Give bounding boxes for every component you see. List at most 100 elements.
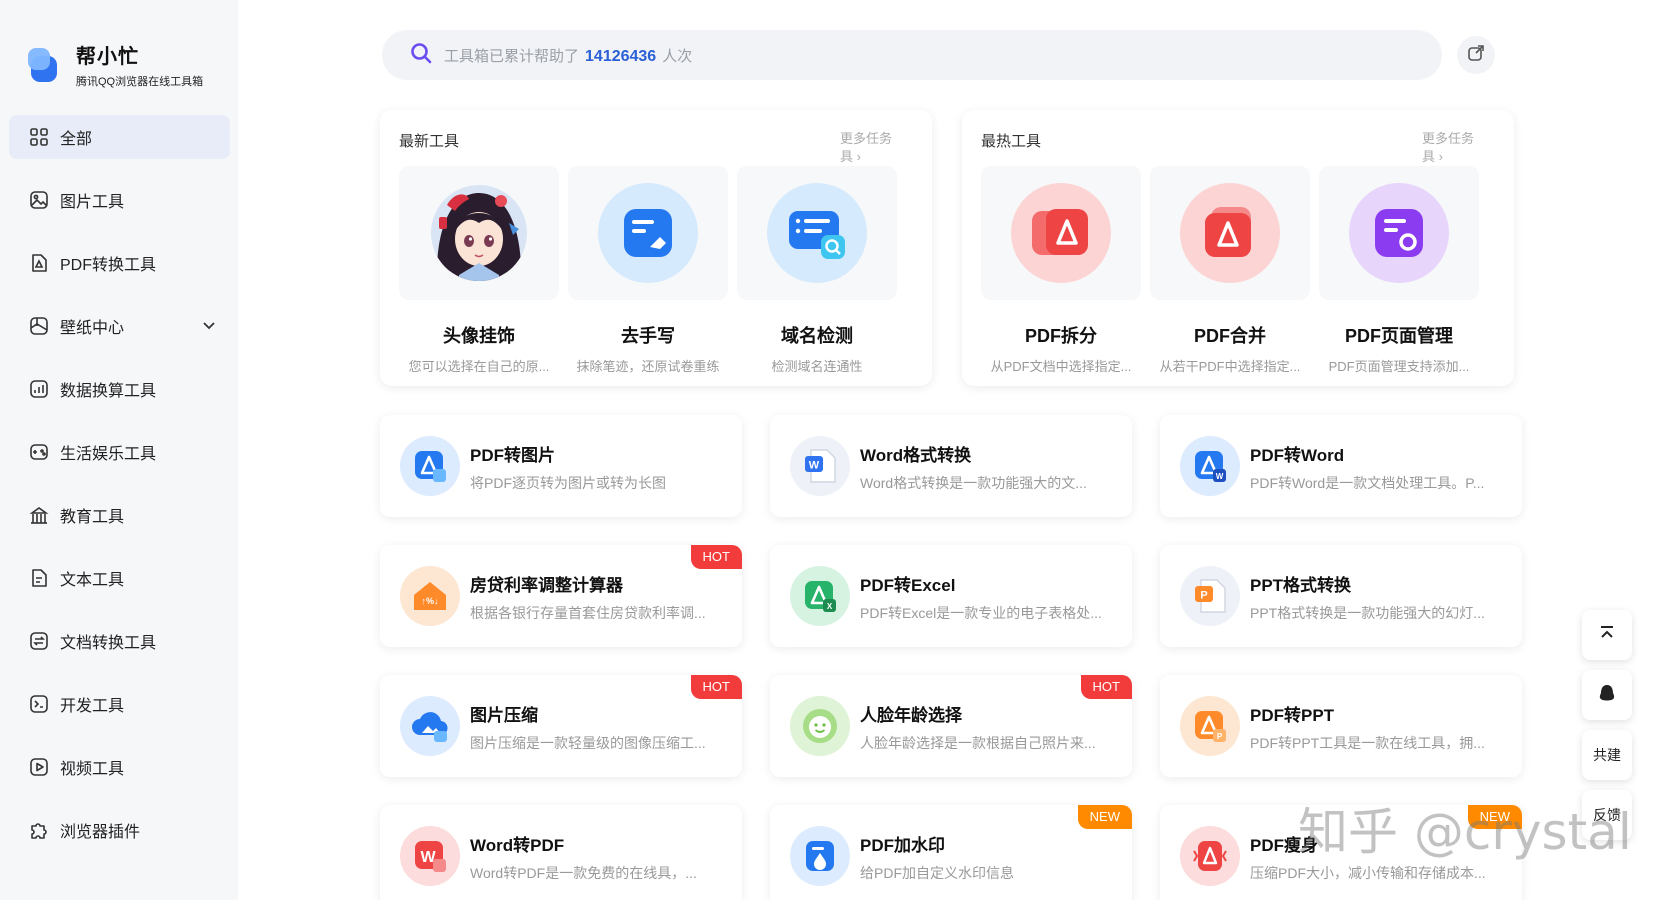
text-icon bbox=[29, 568, 49, 588]
back-to-top-button[interactable] bbox=[1582, 610, 1632, 660]
featured-tool-domain-check[interactable]: 域名检测 检测域名连通性 bbox=[737, 166, 897, 375]
back-to-top-icon bbox=[1598, 625, 1616, 646]
search-icon bbox=[410, 42, 432, 69]
sidebar-item-label: 开发工具 bbox=[60, 698, 125, 715]
video-icon bbox=[29, 757, 49, 777]
sidebar-item-label: 文本工具 bbox=[60, 572, 125, 589]
sidebar-item-image-tools[interactable]: 图片工具 bbox=[9, 178, 230, 222]
sidebar-item-pdf-tools[interactable]: PDF转换工具 bbox=[9, 241, 230, 285]
tool-card-face-age[interactable]: 人脸年龄选择 人脸年龄选择是一款根据自己照片来... HOT bbox=[770, 675, 1132, 777]
more-tools-link[interactable]: 更多任务具 › bbox=[1422, 130, 1484, 166]
sidebar-item-education[interactable]: 教育工具 bbox=[9, 493, 230, 537]
feature-thumbnail bbox=[399, 166, 559, 300]
tool-title: 房贷利率调整计算器 bbox=[470, 576, 623, 595]
chart-icon bbox=[29, 379, 49, 399]
grid-icon bbox=[29, 127, 49, 147]
sidebar-item-label: 文档转换工具 bbox=[60, 635, 157, 652]
sidebar-item-doc-convert[interactable]: 文档转换工具 bbox=[9, 619, 230, 663]
feature-title: 头像挂饰 bbox=[443, 326, 515, 346]
eraser-document-icon bbox=[598, 183, 698, 283]
pdf-to-image-icon bbox=[400, 436, 460, 496]
search-placeholder: 工具箱已累计帮助了 14126436 人次 bbox=[444, 47, 693, 65]
search-bar[interactable]: 工具箱已累计帮助了 14126436 人次 bbox=[382, 30, 1442, 80]
tool-card-pdf-watermark[interactable]: PDF加水印 给PDF加自定义水印信息 NEW bbox=[770, 805, 1132, 900]
search-count: 14126436 bbox=[585, 47, 657, 65]
school-icon bbox=[29, 505, 49, 525]
pdf-to-excel-icon: X bbox=[790, 566, 850, 626]
feature-title: PDF合并 bbox=[1194, 326, 1266, 346]
brand-subtitle: 腾讯QQ浏览器在线工具箱 bbox=[76, 76, 204, 88]
tool-desc: 给PDF加自定义水印信息 bbox=[860, 865, 1014, 881]
tool-card-word-convert[interactable]: W Word格式转换 Word格式转换是一款功能强大的文... bbox=[770, 415, 1132, 517]
house-rate-icon: ↑%↓ bbox=[400, 566, 460, 626]
feature-thumbnail bbox=[1319, 166, 1479, 300]
featured-tool-avatar[interactable]: 头像挂饰 您可以选择在自己的原... bbox=[399, 166, 559, 375]
qq-penguin-icon bbox=[1598, 684, 1616, 707]
hot-badge: HOT bbox=[690, 675, 742, 699]
tool-card-pdf-to-word[interactable]: W PDF转Word PDF转Word是一款文档处理工具。P... bbox=[1160, 415, 1522, 517]
svg-text:W: W bbox=[1216, 472, 1224, 481]
featured-tool-pdf-page-manage[interactable]: PDF页面管理 PDF页面管理支持添加... bbox=[1319, 166, 1479, 375]
sidebar-item-browser-plugins[interactable]: 浏览器插件 bbox=[9, 808, 230, 852]
pdf-icon bbox=[29, 253, 49, 273]
watermark: 知乎 @crystal bbox=[1298, 803, 1632, 861]
svg-text:↑%↓: ↑%↓ bbox=[421, 596, 438, 606]
feature-desc: 从若干PDF中选择指定... bbox=[1159, 359, 1301, 374]
sidebar-item-label: 图片工具 bbox=[60, 194, 125, 211]
sidebar-item-all[interactable]: 全部 bbox=[9, 115, 230, 159]
featured-tool-pdf-merge[interactable]: PDF合并 从若干PDF中选择指定... bbox=[1150, 166, 1310, 375]
feature-desc: 抹除笔迹，还原试卷重练 bbox=[576, 359, 720, 374]
feature-title: PDF拆分 bbox=[1025, 326, 1097, 346]
feature-desc: 检测域名连通性 bbox=[771, 359, 863, 374]
sidebar-item-label: 数据换算工具 bbox=[60, 383, 157, 400]
share-button[interactable] bbox=[1457, 36, 1495, 74]
feature-title: PDF页面管理 bbox=[1345, 326, 1453, 346]
brand-name: 帮小忙 bbox=[76, 46, 139, 68]
tool-card-ppt-convert[interactable]: P PPT格式转换 PPT格式转换是一款功能强大的幻灯... bbox=[1160, 545, 1522, 647]
sidebar-item-label: 壁纸中心 bbox=[60, 320, 125, 337]
smiling-face-icon bbox=[790, 696, 850, 756]
more-tools-link[interactable]: 更多任务具 › bbox=[840, 130, 902, 166]
chevron-down-icon[interactable] bbox=[200, 316, 218, 334]
sidebar-item-label: 浏览器插件 bbox=[60, 824, 141, 841]
tool-desc: 根据各银行存量首套住房贷款利率调... bbox=[470, 605, 706, 621]
qq-button[interactable] bbox=[1582, 670, 1632, 720]
hot-tools-panel: 最热工具 更多任务具 › PDF拆分 从PDF文档中选择指定... PDF合并 … bbox=[962, 110, 1514, 386]
pdf-merge-icon bbox=[1180, 183, 1280, 283]
game-icon bbox=[29, 442, 49, 462]
cobuild-button[interactable]: 共建 bbox=[1582, 730, 1632, 780]
tool-card-image-compress[interactable]: 图片压缩 图片压缩是一款轻量级的图像压缩工... HOT bbox=[380, 675, 742, 777]
tool-card-pdf-to-image[interactable]: PDF转图片 将PDF逐页转为图片或转为长图 bbox=[380, 415, 742, 517]
doc-convert-icon bbox=[29, 631, 49, 651]
sidebar-item-wallpaper[interactable]: 壁纸中心 bbox=[9, 304, 230, 348]
image-icon bbox=[29, 190, 49, 210]
sidebar-item-life-tools[interactable]: 生活娱乐工具 bbox=[9, 430, 230, 474]
sidebar-item-video-tools[interactable]: 视频工具 bbox=[9, 745, 230, 789]
featured-tool-remove-handwriting[interactable]: 去手写 抹除笔迹，还原试卷重练 bbox=[568, 166, 728, 375]
sidebar-nav: 全部 图片工具 PDF转换工具 壁纸中心 数据换算工具 生活娱乐工具 教育工具 … bbox=[9, 115, 230, 871]
tool-title: PDF转图片 bbox=[470, 446, 555, 465]
tool-card-word-to-pdf[interactable]: W Word转PDF Word转PDF是一款免费的在线具，... bbox=[380, 805, 742, 900]
sidebar-item-text-tools[interactable]: 文本工具 bbox=[9, 556, 230, 600]
sidebar-item-label: 教育工具 bbox=[60, 509, 125, 526]
anime-avatar-icon bbox=[431, 185, 527, 281]
sidebar-item-dev-tools[interactable]: 开发工具 bbox=[9, 682, 230, 726]
brand[interactable]: 帮小忙 腾讯QQ浏览器在线工具箱 bbox=[28, 40, 203, 89]
ppt-file-icon: P bbox=[1180, 566, 1240, 626]
panel-title: 最新工具 bbox=[399, 133, 460, 150]
tool-card-pdf-to-excel[interactable]: X PDF转Excel PDF转Excel是一款专业的电子表格处... bbox=[770, 545, 1132, 647]
tool-title: PDF转PPT bbox=[1250, 706, 1335, 725]
tool-desc: PDF转Excel是一款专业的电子表格处... bbox=[860, 605, 1102, 621]
feature-thumbnail bbox=[568, 166, 728, 300]
sidebar-item-data-tools[interactable]: 数据换算工具 bbox=[9, 367, 230, 411]
svg-text:W: W bbox=[809, 460, 820, 472]
tool-title: Word转PDF bbox=[470, 836, 565, 855]
feature-thumbnail bbox=[1150, 166, 1310, 300]
wallpaper-icon bbox=[29, 316, 49, 336]
tool-title: Word格式转换 bbox=[860, 446, 972, 465]
tool-card-pdf-to-ppt[interactable]: P PDF转PPT PDF转PPT工具是一款在线工具，拥... bbox=[1160, 675, 1522, 777]
pdf-to-ppt-icon: P bbox=[1180, 696, 1240, 756]
tool-card-mortgage-calculator[interactable]: ↑%↓ 房贷利率调整计算器 根据各银行存量首套住房贷款利率调... HOT bbox=[380, 545, 742, 647]
featured-tool-pdf-split[interactable]: PDF拆分 从PDF文档中选择指定... bbox=[981, 166, 1141, 375]
image-compress-icon bbox=[400, 696, 460, 756]
